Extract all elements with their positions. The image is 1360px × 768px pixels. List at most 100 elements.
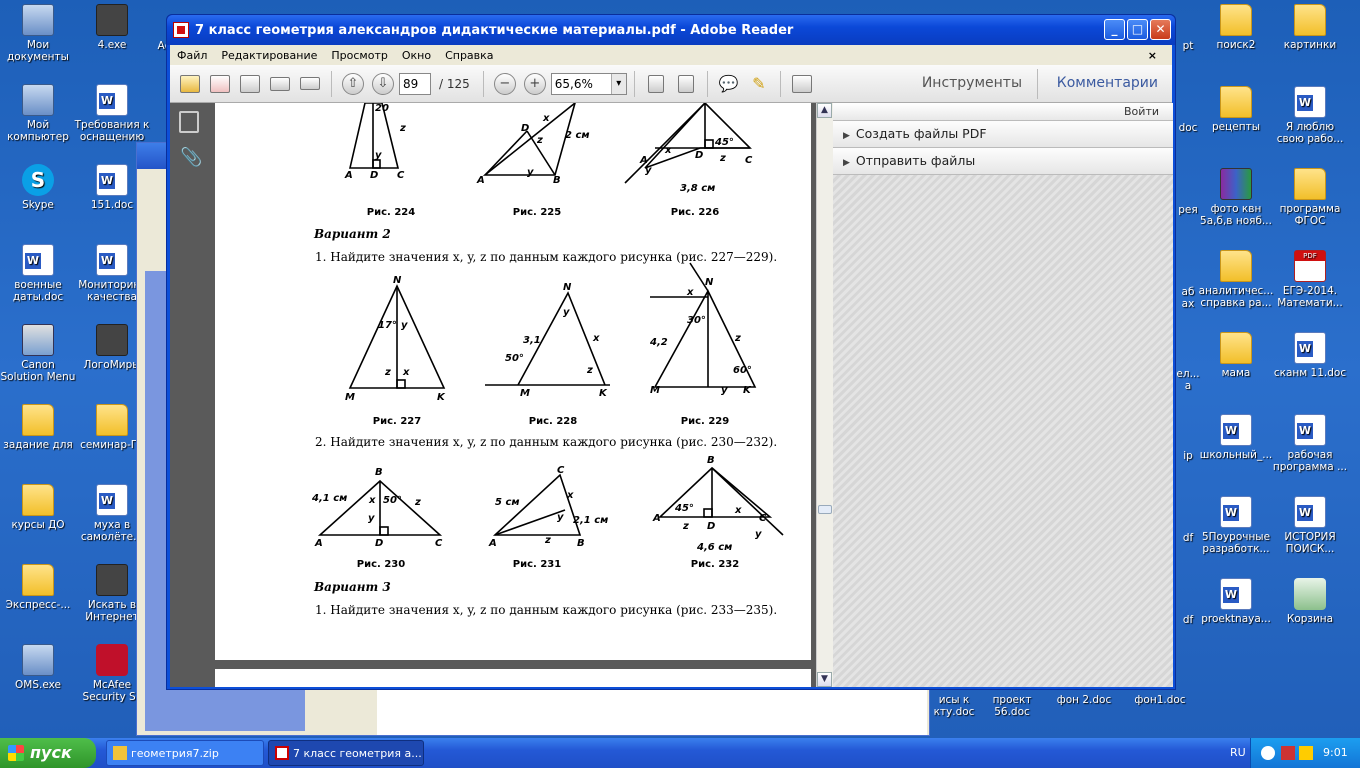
desktop-icon-a-2[interactable]: S Skype bbox=[0, 164, 76, 211]
scroll-thumb[interactable] bbox=[818, 505, 832, 514]
create-pdf-item[interactable]: ▶ Создать файлы PDF bbox=[833, 121, 1173, 148]
desktop-icon-a-4[interactable]: Canon Solution Menu bbox=[0, 324, 76, 383]
attachments-icon[interactable]: 📎 bbox=[180, 147, 202, 169]
window-titlebar[interactable]: 7 класс геометрия александров дидактичес… bbox=[167, 15, 1175, 45]
desktop-icon-label: задание для bbox=[3, 439, 73, 451]
desktop-icon-c-5[interactable]: школьный_... bbox=[1198, 414, 1274, 461]
adobe-reader-window[interactable]: 7 класс геометрия александров дидактичес… bbox=[166, 14, 1176, 690]
partial-desktop-label: ip bbox=[1183, 450, 1193, 462]
desktop-icon-d-7[interactable]: Корзина bbox=[1272, 578, 1348, 625]
desktop-icon-a-7[interactable]: Экспресс-... bbox=[0, 564, 76, 611]
scroll-down-icon[interactable]: ▼ bbox=[817, 672, 832, 687]
fit-page-icon[interactable] bbox=[642, 70, 670, 98]
desktop-icon-a-6[interactable]: курсы ДО bbox=[0, 484, 76, 531]
desktop-icon-c-2[interactable]: фото квн 5а,б,в нояб... bbox=[1198, 168, 1274, 227]
network-icon[interactable] bbox=[1281, 746, 1295, 760]
desktop-icon-a-5[interactable]: задание для bbox=[0, 404, 76, 451]
desktop-icon-label: военные даты.doc bbox=[12, 279, 64, 303]
svg-text:M: M bbox=[345, 392, 355, 403]
menu-file[interactable]: Файл bbox=[170, 49, 214, 62]
desktop-icon-a-1[interactable]: Мой компьютер bbox=[0, 84, 76, 143]
desktop-icon-c-6[interactable]: 5Поурочные разработк... bbox=[1198, 496, 1274, 555]
minimize-button[interactable]: _ bbox=[1104, 19, 1125, 40]
email-icon[interactable] bbox=[296, 70, 324, 98]
desktop-icon-c-3[interactable]: аналитичес... справка ра... bbox=[1198, 250, 1274, 309]
desktop-icon-bottom-2[interactable]: фон 2.doc bbox=[1048, 694, 1120, 706]
svg-text:y: y bbox=[527, 167, 534, 178]
variant-3-heading: Вариант 3 bbox=[314, 580, 391, 594]
desktop-icon-d-6[interactable]: ИСТОРИЯ ПОИСК... bbox=[1272, 496, 1348, 555]
start-button[interactable]: пуск bbox=[0, 738, 96, 768]
desktop-icon-c-4[interactable]: мама bbox=[1198, 332, 1274, 379]
tray-arrow-icon[interactable] bbox=[1261, 746, 1275, 760]
desktop-icon-d-5[interactable]: рабочая программа ... bbox=[1272, 414, 1348, 473]
desktop-icon-d-3[interactable]: ЕГЭ-2014. Математи... bbox=[1272, 250, 1348, 309]
partial-desktop-label: рея bbox=[1178, 204, 1198, 216]
security-icon[interactable] bbox=[1299, 746, 1313, 760]
doc-icon bbox=[1294, 496, 1326, 528]
desktop-icon-a-8[interactable]: OMS.exe bbox=[0, 644, 76, 691]
partial-desktop-label: df bbox=[1182, 614, 1194, 626]
menu-window[interactable]: Окно bbox=[395, 49, 438, 62]
menu-help[interactable]: Справка bbox=[438, 49, 500, 62]
desktop-icon-label: фото квн 5а,б,в нояб... bbox=[1200, 203, 1272, 227]
send-files-item[interactable]: ▶ Отправить файлы bbox=[833, 148, 1173, 175]
desktop-icon-d-0[interactable]: картинки bbox=[1272, 4, 1348, 51]
close-button[interactable]: ✕ bbox=[1150, 19, 1171, 40]
taskbar-item-zip[interactable]: геометрия7.zip bbox=[106, 740, 264, 766]
language-indicator[interactable]: RU bbox=[1230, 738, 1246, 768]
fit-width-icon[interactable] bbox=[672, 70, 700, 98]
desktop-icon-c-7[interactable]: proektnaya... bbox=[1198, 578, 1274, 625]
pdf-app-icon bbox=[173, 22, 189, 38]
print-icon[interactable] bbox=[266, 70, 294, 98]
page-number-input[interactable]: 89 bbox=[399, 72, 431, 95]
desktop-icon-a-3[interactable]: военные даты.doc bbox=[0, 244, 76, 303]
taskbar-item-reader[interactable]: 7 класс геометрия а... bbox=[268, 740, 424, 766]
desktop-icon-d-4[interactable]: сканм 11.doc bbox=[1272, 332, 1348, 379]
desktop-icon-bottom-3[interactable]: фон1.doc bbox=[1124, 694, 1196, 706]
desktop-icon-bottom-1[interactable]: проект 56.doc bbox=[976, 694, 1048, 718]
desktop-icon-label: Я люблю свою рабо... bbox=[1276, 121, 1344, 145]
svg-text:x: x bbox=[542, 113, 550, 124]
save-icon[interactable] bbox=[236, 70, 264, 98]
svg-text:3,1: 3,1 bbox=[523, 335, 541, 346]
svg-text:20: 20 bbox=[375, 103, 389, 114]
tools-tab[interactable]: Инструменты bbox=[922, 75, 1022, 91]
comments-tab[interactable]: Комментарии bbox=[1057, 75, 1158, 91]
zoom-select[interactable]: 65,6% bbox=[550, 72, 627, 95]
desktop-icon-d-1[interactable]: Я люблю свою рабо... bbox=[1272, 86, 1348, 145]
pages-icon[interactable] bbox=[179, 111, 199, 133]
svg-text:M: M bbox=[520, 388, 530, 399]
desktop-icon-d-2[interactable]: программа ФГОС bbox=[1272, 168, 1348, 227]
svg-text:4,2: 4,2 bbox=[649, 337, 668, 348]
fullscreen-icon[interactable] bbox=[788, 70, 816, 98]
zoom-out-icon[interactable]: − bbox=[493, 72, 516, 95]
menu-edit[interactable]: Редактирование bbox=[214, 49, 324, 62]
next-page-icon[interactable]: ⇩ bbox=[372, 72, 394, 95]
doc-close-icon[interactable]: × bbox=[1141, 49, 1164, 62]
desktop-icon-c-0[interactable]: поиск2 bbox=[1198, 4, 1274, 51]
document-scrollbar[interactable]: ▲ ▼ bbox=[816, 103, 833, 687]
desktop-icon-label: Экспресс-... bbox=[5, 599, 71, 611]
exe-icon bbox=[96, 4, 128, 36]
svg-text:y: y bbox=[375, 150, 382, 161]
scroll-up-icon[interactable]: ▲ bbox=[817, 103, 832, 118]
desktop-icon-b-0[interactable]: 4.exe bbox=[74, 4, 150, 51]
svg-text:A: A bbox=[314, 538, 323, 549]
maximize-button[interactable]: □ bbox=[1127, 19, 1148, 40]
zoom-in-icon[interactable]: + bbox=[523, 72, 546, 95]
open-icon[interactable] bbox=[176, 70, 204, 98]
desktop-icon-a-0[interactable]: Мои документы bbox=[0, 4, 76, 63]
menu-view[interactable]: Просмотр bbox=[324, 49, 394, 62]
variant-2-heading: Вариант 2 bbox=[314, 227, 391, 241]
signin-link[interactable]: Войти bbox=[833, 103, 1173, 121]
svg-text:y: y bbox=[755, 529, 762, 540]
document-view[interactable]: ADC 20 z y ABD xzy 2 см ADC x 45° z y 3,8 см … bbox=[210, 103, 816, 687]
desktop-icon-c-1[interactable]: рецепты bbox=[1198, 86, 1274, 133]
highlight-icon[interactable]: ✎ bbox=[745, 70, 773, 98]
create-pdf-icon[interactable] bbox=[206, 70, 234, 98]
desktop-icon-b-1[interactable]: Требования к оснащению bbox=[74, 84, 150, 143]
previous-page-icon[interactable]: ⇧ bbox=[342, 72, 364, 95]
desktop-icon-label: proektnaya... bbox=[1201, 613, 1271, 625]
comment-icon[interactable]: 💬 bbox=[715, 70, 743, 98]
